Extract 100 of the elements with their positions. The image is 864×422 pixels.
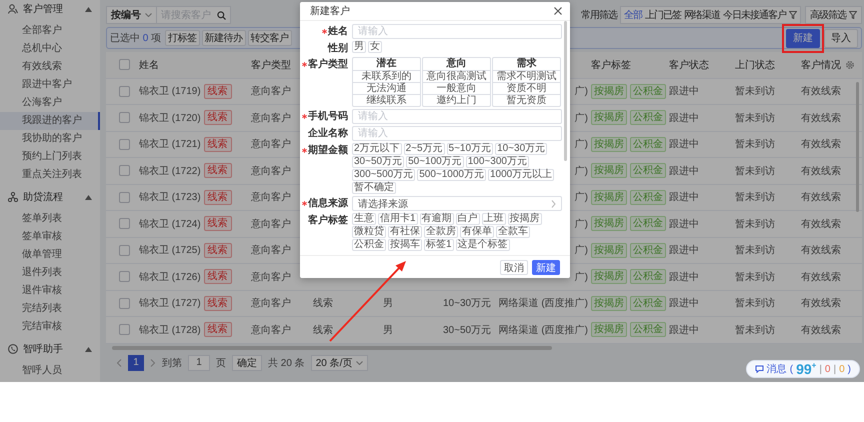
cancel-button[interactable]: 取消 bbox=[500, 260, 528, 274]
action-button[interactable]: 新建待办 bbox=[202, 30, 246, 46]
option-chip[interactable]: 有社保 bbox=[388, 226, 422, 238]
option-chip[interactable]: 500~1000万元 bbox=[417, 169, 486, 181]
sidebar-item[interactable]: 智呼人员 bbox=[0, 362, 100, 380]
option-chip[interactable]: 未联系到的 bbox=[353, 70, 420, 82]
sidebar-item[interactable]: 我跟进的客户 bbox=[0, 112, 100, 130]
checkbox[interactable] bbox=[119, 218, 130, 230]
caret-icon[interactable] bbox=[85, 346, 92, 352]
close-icon[interactable] bbox=[554, 7, 562, 15]
scrollbar[interactable] bbox=[112, 346, 552, 350]
option-chip[interactable]: 女 bbox=[368, 41, 382, 53]
checkbox[interactable] bbox=[119, 324, 130, 336]
page-size-select[interactable]: 20 条/页 bbox=[310, 354, 368, 370]
checkbox[interactable] bbox=[119, 271, 130, 282]
sidebar-item[interactable]: 我协助的客户 bbox=[0, 130, 100, 148]
customer-name[interactable]: 锦衣卫 (1723) bbox=[139, 190, 201, 204]
filter-icon[interactable] bbox=[789, 11, 797, 19]
customer-name[interactable]: 锦衣卫 (1721) bbox=[139, 137, 201, 152]
option-chip[interactable]: 需求不明测试 bbox=[493, 70, 560, 82]
option-chip[interactable]: 全款车 bbox=[496, 226, 530, 238]
menu-group-title[interactable]: 客户管理 bbox=[23, 2, 80, 16]
option-chip[interactable]: 邀约上门 bbox=[423, 94, 490, 106]
next-icon[interactable] bbox=[150, 358, 156, 366]
checkbox[interactable] bbox=[119, 112, 130, 124]
customer-name[interactable]: 锦衣卫 (1725) bbox=[139, 243, 201, 258]
sidebar-item[interactable]: 跟进中客户 bbox=[0, 76, 100, 94]
filter-option[interactable]: 网络渠道 bbox=[684, 8, 720, 22]
sidebar-item[interactable]: 做单管理 bbox=[0, 246, 100, 264]
option-chip[interactable]: 信用卡1 bbox=[378, 213, 418, 225]
option-chip[interactable]: 10~30万元 bbox=[495, 143, 548, 155]
option-chip[interactable]: 按揭车 bbox=[388, 239, 422, 251]
dropdown-icon[interactable] bbox=[356, 360, 364, 364]
customer-name[interactable]: 锦衣卫 (1719) bbox=[139, 84, 201, 98]
action-button[interactable]: 转交客户 bbox=[248, 30, 292, 46]
checkbox[interactable] bbox=[119, 244, 130, 256]
select-field[interactable]: 请选择来源 bbox=[352, 196, 562, 211]
action-button[interactable]: 打标签 bbox=[165, 30, 200, 46]
filter-icon[interactable] bbox=[849, 11, 857, 19]
option-chip[interactable]: 有逾期 bbox=[420, 213, 454, 225]
customer-name[interactable]: 锦衣卫 (1728) bbox=[139, 322, 201, 337]
sidebar-item[interactable]: 有效线索 bbox=[0, 58, 100, 76]
checkbox[interactable] bbox=[119, 192, 130, 203]
option-chip[interactable]: 5~10万元 bbox=[446, 143, 494, 155]
option-chip[interactable]: 300~500万元 bbox=[352, 169, 416, 181]
option-chip[interactable]: 暂不确定 bbox=[352, 182, 396, 194]
filter-option[interactable]: 全部 bbox=[624, 8, 642, 22]
option-chip[interactable]: 继续联系 bbox=[353, 94, 420, 106]
customer-name[interactable]: 锦衣卫 (1722) bbox=[139, 164, 201, 178]
create-button[interactable]: 新建 bbox=[532, 260, 560, 274]
customer-name[interactable]: 锦衣卫 (1726) bbox=[139, 270, 201, 284]
option-chip[interactable]: 无法沟通 bbox=[353, 82, 420, 94]
sidebar-item[interactable]: 公海客户 bbox=[0, 94, 100, 112]
search-icon[interactable] bbox=[217, 10, 226, 20]
previous-icon[interactable] bbox=[116, 358, 122, 366]
sidebar-item[interactable]: 完结列表 bbox=[0, 300, 100, 318]
input-field[interactable]: 请输入 bbox=[352, 126, 562, 141]
menu-group-title[interactable]: 智呼助手 bbox=[23, 342, 80, 356]
sidebar-item[interactable]: 退件列表 bbox=[0, 264, 100, 282]
option-chip[interactable]: 这是个标签 bbox=[456, 239, 510, 251]
caret-icon[interactable] bbox=[85, 194, 92, 200]
chevron-icon[interactable] bbox=[551, 200, 556, 208]
option-chip[interactable]: 按揭房 bbox=[508, 213, 542, 225]
option-chip[interactable]: 上班 bbox=[482, 213, 506, 225]
option-chip[interactable]: 30~50万元 bbox=[352, 156, 404, 168]
option-chip[interactable]: 白户 bbox=[456, 213, 480, 225]
input-field[interactable]: 请输入 bbox=[352, 24, 562, 39]
option-chip[interactable]: 微粒贷 bbox=[352, 226, 386, 238]
option-chip[interactable]: 2万元以下 bbox=[352, 143, 402, 155]
option-chip[interactable]: 公积金 bbox=[352, 239, 386, 251]
checkbox[interactable] bbox=[119, 138, 130, 150]
scrollbar[interactable] bbox=[856, 82, 859, 212]
option-chip[interactable]: 暂无资质 bbox=[493, 94, 560, 106]
page-input[interactable]: 1 bbox=[188, 354, 210, 370]
sidebar-item[interactable]: 全部客户 bbox=[0, 22, 100, 40]
page-button[interactable]: 1 bbox=[128, 354, 144, 370]
sidebar-item[interactable]: 签单列表 bbox=[0, 210, 100, 228]
sidebar-item[interactable]: 完结审核 bbox=[0, 318, 100, 336]
caret-icon[interactable] bbox=[85, 6, 92, 12]
option-chip[interactable]: 1000万元以上 bbox=[488, 169, 554, 181]
checkbox[interactable] bbox=[119, 86, 130, 97]
scrollbar[interactable] bbox=[564, 21, 567, 161]
option-chip[interactable]: 资质不明 bbox=[493, 82, 560, 94]
input-field[interactable]: 请输入 bbox=[352, 109, 562, 124]
option-chip[interactable]: 50~100万元 bbox=[406, 156, 464, 168]
filter-option[interactable]: 上门已签 bbox=[645, 8, 681, 22]
checkbox[interactable] bbox=[119, 59, 130, 70]
option-chip[interactable]: 标签1 bbox=[424, 239, 454, 251]
settings-icon[interactable] bbox=[845, 60, 855, 70]
checkbox[interactable] bbox=[119, 298, 130, 309]
option-chip[interactable]: 生意 bbox=[352, 213, 376, 225]
caret-icon[interactable] bbox=[145, 13, 152, 17]
checkbox[interactable] bbox=[119, 165, 130, 176]
new-button[interactable]: 新建 bbox=[786, 28, 820, 48]
search-type-dropdown[interactable]: 按编号 bbox=[106, 6, 157, 24]
filter-option[interactable]: 今日未接通客户 bbox=[723, 8, 786, 22]
option-chip[interactable]: 有保单 bbox=[460, 226, 494, 238]
import-button[interactable]: 导入 bbox=[824, 28, 858, 48]
option-chip[interactable]: 全款房 bbox=[424, 226, 458, 238]
customer-name[interactable]: 锦衣卫 (1724) bbox=[139, 216, 201, 231]
